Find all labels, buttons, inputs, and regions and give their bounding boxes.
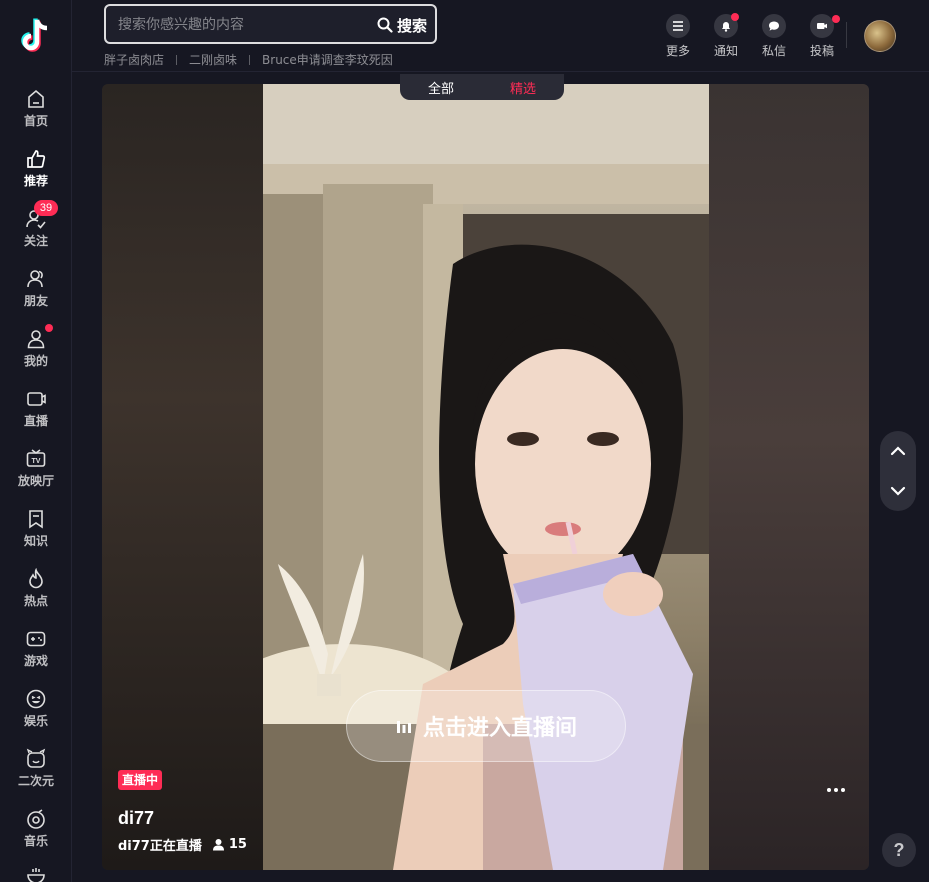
thumbs-up-icon: [27, 150, 46, 168]
hot-word[interactable]: 二刚卤味: [189, 51, 237, 68]
next-video-button[interactable]: [880, 471, 916, 511]
header-action-label: 投稿: [809, 44, 834, 58]
video-nav-arrows: [880, 431, 916, 511]
douyin-app: 首页 推荐 关注 39 朋友 我的 直播 TV 放映厅 知识 热点 游戏 娱乐 …: [0, 0, 929, 882]
gamepad-icon: [26, 631, 46, 647]
notification-dot: [832, 15, 840, 23]
previous-video-button[interactable]: [880, 431, 916, 471]
divider: [249, 54, 251, 65]
follow-count-badge: 39: [34, 200, 58, 216]
header-action-label: 更多: [665, 44, 690, 58]
upload-button[interactable]: 投稿: [798, 14, 846, 59]
chevron-down-icon: [890, 486, 906, 496]
sidebar-item-label: 热点: [23, 594, 48, 608]
sidebar-item-mine[interactable]: 我的: [0, 324, 71, 384]
live-icon: [27, 392, 46, 406]
menu-icon: [673, 21, 683, 31]
bowl-icon: [27, 868, 45, 882]
tab-all[interactable]: 全部: [428, 78, 454, 97]
sidebar-item-games[interactable]: 游戏: [0, 628, 71, 684]
search-button[interactable]: 搜索: [377, 15, 427, 35]
anime-icon: [26, 748, 46, 768]
sidebar: 首页 推荐 关注 39 朋友 我的 直播 TV 放映厅 知识 热点 游戏 娱乐 …: [0, 0, 72, 882]
hot-word[interactable]: 胖子卤肉店: [104, 51, 164, 68]
viewer-count-value: 15: [228, 837, 247, 852]
search-button-label: 搜索: [396, 16, 427, 35]
notification-dot: [731, 13, 739, 21]
profile-icon: [27, 330, 45, 349]
upload-icon: [817, 23, 827, 29]
sidebar-item-recommend[interactable]: 推荐: [0, 148, 71, 204]
hot-word[interactable]: Bruce申请调查李玟死因: [262, 51, 393, 68]
top-header: 搜索 胖子卤肉店 二刚卤味 Bruce申请调查李玟死因 更多 通知 私信 投稿: [72, 0, 929, 72]
sidebar-item-home[interactable]: 首页: [0, 88, 71, 144]
sidebar-item-label: 直播: [23, 414, 48, 428]
streamer-name[interactable]: di77: [118, 808, 154, 829]
sidebar-item-entertainment[interactable]: 娱乐: [0, 688, 71, 744]
sidebar-item-label: 娱乐: [23, 714, 48, 728]
sidebar-item-food[interactable]: [0, 866, 71, 882]
sidebar-item-knowledge[interactable]: 知识: [0, 508, 71, 564]
friends-icon: [27, 270, 43, 288]
sidebar-item-label: 音乐: [23, 834, 48, 848]
chevron-up-icon: [890, 446, 906, 456]
dot-icon: [834, 788, 838, 792]
live-status-text: di77正在直播: [118, 839, 202, 854]
douyin-logo[interactable]: [19, 16, 53, 56]
sidebar-item-music[interactable]: 音乐: [0, 808, 71, 864]
sidebar-item-live[interactable]: 直播: [0, 388, 71, 444]
background-blur: [709, 84, 869, 870]
flame-icon: [29, 568, 43, 589]
tv-icon: TV: [26, 449, 46, 467]
notification-dot: [45, 324, 53, 332]
sidebar-item-label: 我的: [23, 354, 48, 368]
sidebar-item-label: 推荐: [23, 174, 48, 188]
live-status-line: di77正在直播 15: [118, 835, 247, 854]
tab-featured[interactable]: 精选: [510, 78, 536, 97]
more-options-button[interactable]: [826, 780, 846, 800]
sidebar-item-friends[interactable]: 朋友: [0, 268, 71, 324]
help-button[interactable]: ?: [882, 833, 916, 867]
divider: [846, 22, 847, 48]
search-input[interactable]: [118, 15, 358, 35]
svg-text:TV: TV: [32, 458, 41, 465]
sidebar-item-label: 朋友: [23, 294, 48, 308]
sidebar-item-cinema[interactable]: TV 放映厅: [0, 448, 71, 504]
sidebar-item-label: 放映厅: [17, 474, 54, 488]
sidebar-item-label: 关注: [23, 234, 48, 248]
sidebar-item-label: 二次元: [17, 774, 54, 788]
user-avatar[interactable]: [864, 20, 896, 52]
sidebar-item-label: 知识: [23, 534, 48, 548]
sidebar-item-anime[interactable]: 二次元: [0, 748, 71, 804]
smile-icon: [26, 689, 46, 709]
audio-bars-icon: [396, 721, 411, 733]
header-action-label: 私信: [761, 44, 786, 58]
background-blur: [102, 84, 263, 870]
enter-live-room-button[interactable]: 点击进入直播间: [346, 690, 626, 762]
sidebar-item-label: 首页: [23, 114, 48, 128]
search-box: 搜索: [104, 4, 437, 44]
bookmark-icon: [29, 510, 43, 529]
dot-icon: [827, 788, 831, 792]
divider: [176, 54, 178, 65]
enter-live-label: 点击进入直播间: [422, 716, 577, 741]
search-icon: [377, 17, 393, 33]
header-action-label: 通知: [713, 44, 738, 58]
viewer-count: 15: [212, 837, 247, 852]
messages-button[interactable]: 私信: [750, 14, 798, 59]
sidebar-item-follow[interactable]: 关注 39: [0, 200, 71, 264]
sidebar-item-label: 游戏: [23, 654, 48, 668]
person-icon: [212, 839, 224, 851]
bell-icon: [722, 22, 730, 32]
live-badge: 直播中: [118, 770, 163, 790]
feed-tabs: 全部 精选: [400, 74, 564, 100]
home-icon: [28, 89, 44, 108]
notification-button[interactable]: 通知: [702, 13, 750, 59]
hot-search-words: 胖子卤肉店 二刚卤味 Bruce申请调查李玟死因: [104, 51, 393, 68]
music-icon: [27, 809, 45, 829]
sidebar-item-hot[interactable]: 热点: [0, 568, 71, 624]
more-button[interactable]: 更多: [654, 14, 702, 59]
dot-icon: [841, 788, 845, 792]
message-icon: [769, 21, 779, 31]
